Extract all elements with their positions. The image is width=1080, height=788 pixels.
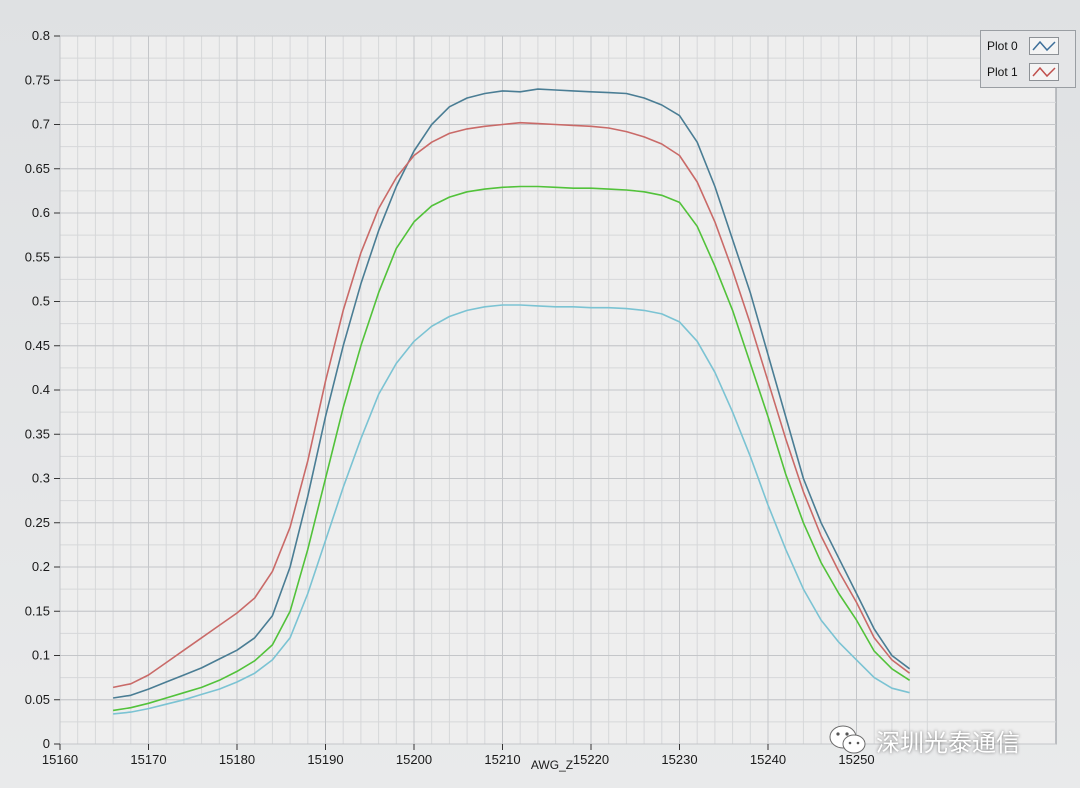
- y-tick-label: 0.4: [32, 382, 50, 397]
- line-sample-icon[interactable]: [1029, 37, 1059, 55]
- y-tick-label: 0.55: [25, 249, 50, 264]
- x-tick-label: 15210: [484, 752, 520, 767]
- x-axis-ticks: 15160 15170 15180 15190 15200 15210 15220 15230…: [42, 744, 875, 767]
- y-tick-label: 0.45: [25, 338, 50, 353]
- y-tick-label: 0.65: [25, 161, 50, 176]
- x-tick-label: 15190: [307, 752, 343, 767]
- legend-item-plot-1[interactable]: Plot 1: [987, 61, 1059, 83]
- y-tick-label: 0.6: [32, 205, 50, 220]
- y-tick-label: 0: [43, 736, 50, 751]
- y-tick-label: 0.1: [32, 648, 50, 663]
- legend-label: Plot 0: [987, 39, 1018, 53]
- y-tick-label: 0.3: [32, 471, 50, 486]
- x-axis-title: AWG_Z: [531, 758, 573, 772]
- legend[interactable]: Plot 0 Plot 1: [980, 30, 1076, 88]
- wechat-icon: [829, 725, 866, 754]
- y-tick-label: 0.05: [25, 692, 50, 707]
- y-tick-label: 0.35: [25, 426, 50, 441]
- y-tick-label: 0.15: [25, 603, 50, 618]
- x-tick-label: 15220: [573, 752, 609, 767]
- x-tick-label: 15200: [396, 752, 432, 767]
- legend-item-plot-0[interactable]: Plot 0: [987, 35, 1059, 57]
- y-axis-ticks: 0 0.05 0.1 0.15 0.2 0.25 0.3 0.35 0.4 0.45 0.5 0.55…: [25, 28, 60, 751]
- x-tick-label: 15160: [42, 752, 78, 767]
- x-tick-label: 15180: [219, 752, 255, 767]
- x-tick-label: 15170: [130, 752, 166, 767]
- y-tick-label: 0.5: [32, 294, 50, 309]
- y-tick-label: 0.8: [32, 28, 50, 43]
- watermark: 深圳光泰通信: [828, 720, 1020, 760]
- y-tick-label: 0.2: [32, 559, 50, 574]
- y-tick-label: 0.25: [25, 515, 50, 530]
- y-tick-label: 0.7: [32, 117, 50, 132]
- plot-frame: 0 0.05 0.1 0.15 0.2 0.25 0.3 0.35 0.4 0.45 0.5 0.55…: [0, 0, 1080, 788]
- y-tick-label: 0.75: [25, 72, 50, 87]
- legend-label: Plot 1: [987, 65, 1018, 79]
- watermark-text: 深圳光泰通信: [876, 728, 1020, 757]
- line-sample-icon[interactable]: [1029, 63, 1059, 81]
- x-tick-label: 15230: [661, 752, 697, 767]
- line-chart: 0 0.05 0.1 0.15 0.2 0.25 0.3 0.35 0.4 0.45 0.5 0.55…: [25, 28, 1057, 772]
- x-tick-label: 15240: [750, 752, 786, 767]
